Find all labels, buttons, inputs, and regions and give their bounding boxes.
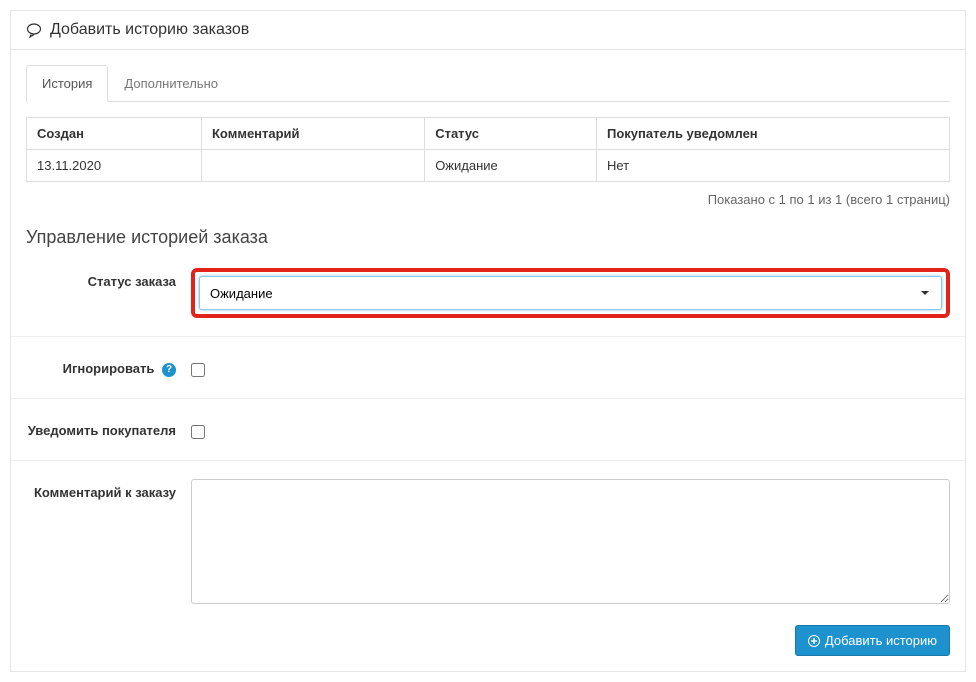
comment-textarea[interactable] [191, 479, 950, 604]
order-history-panel: Добавить историю заказов История Дополни… [10, 10, 966, 672]
form-group-override: Игнорировать ? [26, 355, 950, 380]
tab-history-label[interactable]: История [26, 65, 108, 102]
col-comment: Комментарий [202, 118, 425, 150]
override-checkbox[interactable] [191, 363, 205, 377]
cell-notified: Нет [597, 150, 950, 182]
order-status-select[interactable]: Ожидание [199, 276, 942, 310]
cell-comment [202, 150, 425, 182]
override-label-text: Игнорировать [63, 361, 155, 376]
comment-wrap [191, 479, 950, 607]
form-group-status: Статус заказа Ожидание [26, 268, 950, 318]
col-status: Статус [425, 118, 597, 150]
override-label: Игнорировать ? [26, 355, 191, 377]
pagination-info: Показано с 1 по 1 из 1 (всего 1 страниц) [26, 192, 950, 207]
notify-wrap [191, 417, 950, 442]
tab-history[interactable]: История [26, 65, 108, 102]
status-label: Статус заказа [26, 268, 191, 289]
tab-additional[interactable]: Дополнительно [108, 65, 234, 102]
table-header-row: Создан Комментарий Статус Покупатель уве… [27, 118, 950, 150]
divider [11, 398, 965, 399]
table-row: 13.11.2020 Ожидание Нет [27, 150, 950, 182]
status-highlight: Ожидание [191, 268, 950, 318]
history-table: Создан Комментарий Статус Покупатель уве… [26, 117, 950, 182]
notify-label: Уведомить покупателя [26, 417, 191, 438]
divider [11, 460, 965, 461]
plus-circle-icon [808, 635, 820, 647]
col-notified: Покупатель уведомлен [597, 118, 950, 150]
panel-heading: Добавить историю заказов [11, 11, 965, 50]
col-created: Создан [27, 118, 202, 150]
cell-created: 13.11.2020 [27, 150, 202, 182]
help-icon[interactable]: ? [162, 363, 176, 377]
cell-status: Ожидание [425, 150, 597, 182]
tabs: История Дополнительно [26, 65, 950, 102]
tab-additional-label[interactable]: Дополнительно [108, 65, 234, 102]
add-history-button[interactable]: Добавить историю [795, 625, 950, 656]
notify-checkbox[interactable] [191, 425, 205, 439]
override-wrap [191, 355, 950, 380]
form-group-notify: Уведомить покупателя [26, 417, 950, 442]
panel-title: Добавить историю заказов [50, 21, 249, 39]
divider [11, 336, 965, 337]
section-title: Управление историей заказа [26, 227, 950, 248]
panel-body: История Дополнительно Создан Комментарий… [11, 50, 965, 671]
comment-icon [26, 22, 42, 38]
add-history-label: Добавить историю [825, 633, 937, 648]
comment-label: Комментарий к заказу [26, 479, 191, 500]
form-group-comment: Комментарий к заказу [26, 479, 950, 607]
button-row: Добавить историю [26, 625, 950, 656]
